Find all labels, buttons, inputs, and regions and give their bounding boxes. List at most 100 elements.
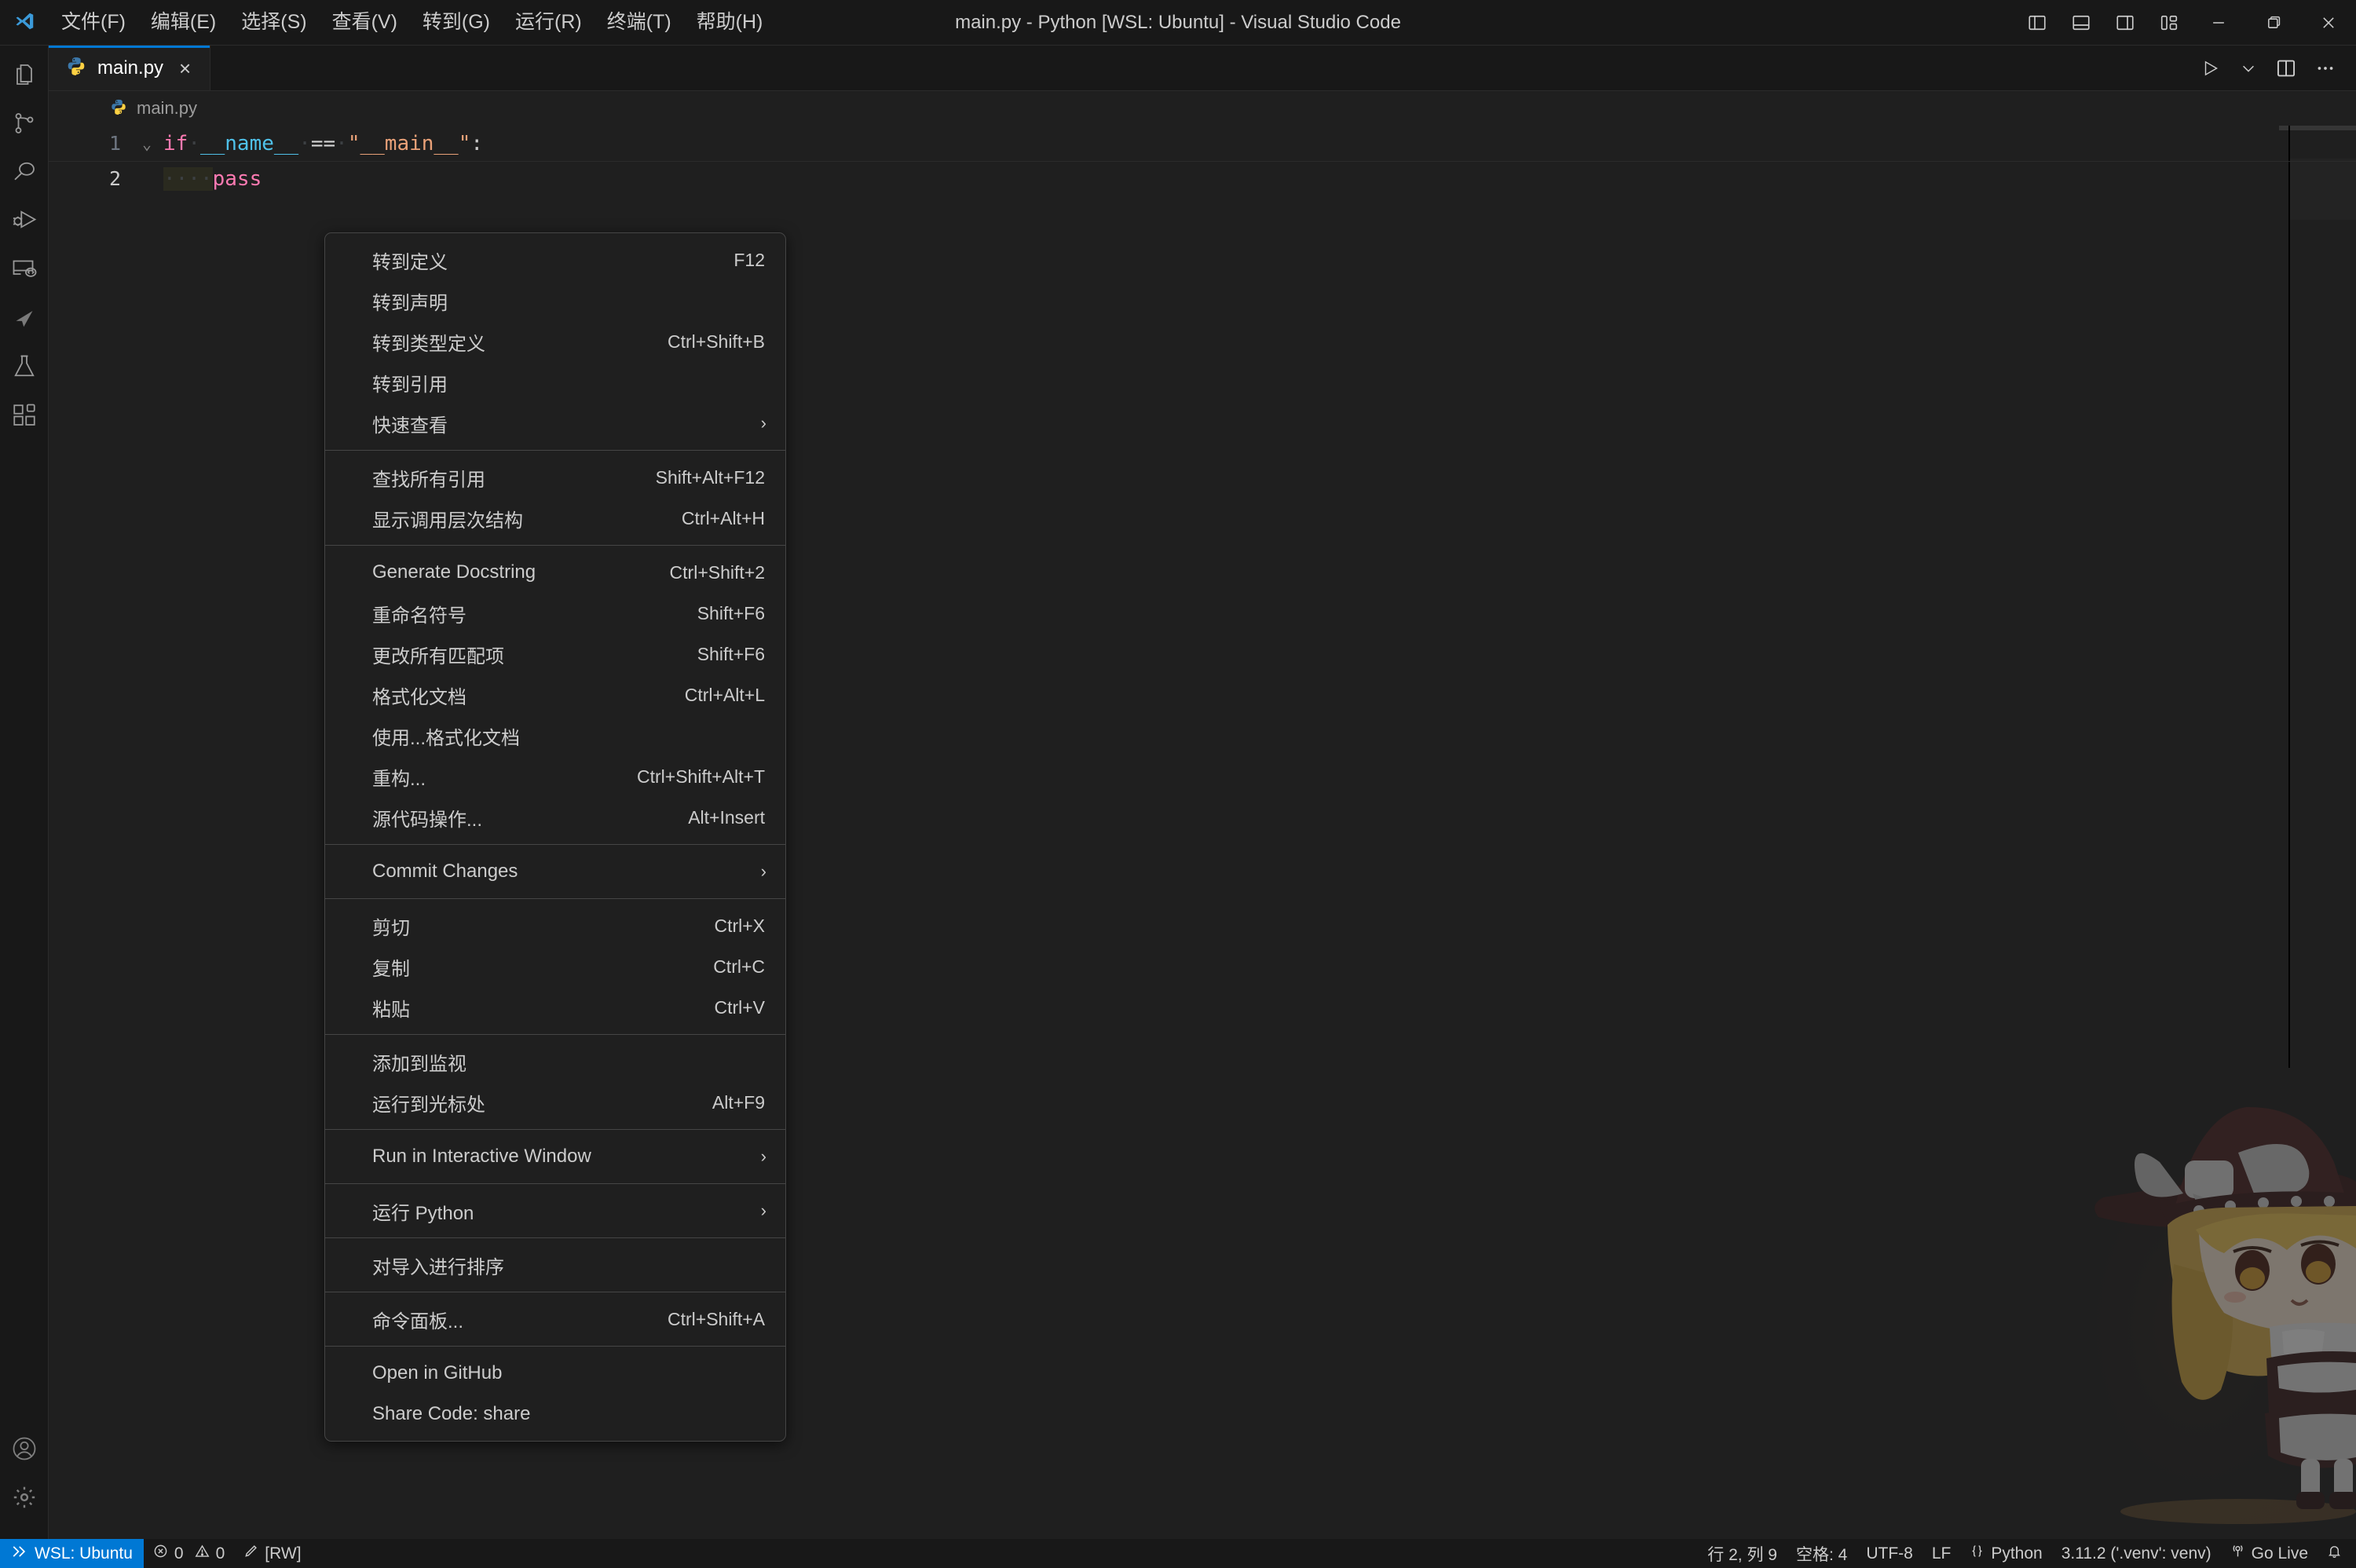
status-bar: WSL: Ubuntu 0 0 [RW] 行 2, 列 9 空格: 4 UTF-… bbox=[0, 1539, 2356, 1568]
ctx-go-to-definition[interactable]: 转到定义 F12 bbox=[325, 239, 785, 280]
breadcrumb[interactable]: main.py bbox=[49, 91, 2356, 126]
token-whitespace: · bbox=[188, 131, 200, 155]
menubar-item-file[interactable]: 文件(F) bbox=[49, 5, 138, 39]
ctx-format-document[interactable]: 格式化文档 Ctrl+Alt+L bbox=[325, 674, 785, 715]
code-line[interactable]: 1 ⌄ if·__name__·==·"__main__": bbox=[49, 126, 2356, 161]
ctx-item-shortcut: Alt+F9 bbox=[712, 1091, 765, 1113]
ctx-run-python[interactable]: 运行 Python › bbox=[325, 1190, 785, 1231]
ctx-run-to-cursor[interactable]: 运行到光标处 Alt+F9 bbox=[325, 1082, 785, 1123]
menubar-item-help[interactable]: 帮助(H) bbox=[684, 5, 776, 39]
activity-extensions[interactable] bbox=[0, 391, 49, 440]
ctx-item-label: 添加到监视 bbox=[372, 1053, 466, 1075]
activity-bar bbox=[0, 46, 49, 1539]
braces-icon bbox=[1970, 1544, 1985, 1563]
activity-remote-explorer[interactable] bbox=[0, 245, 49, 294]
ctx-item-shortcut: Ctrl+Shift+B bbox=[668, 331, 765, 352]
ctx-go-to-declaration[interactable]: 转到声明 bbox=[325, 280, 785, 321]
ctx-rename-symbol[interactable]: 重命名符号 Shift+F6 bbox=[325, 593, 785, 634]
status-cursor-position[interactable]: 行 2, 列 9 bbox=[1698, 1539, 1787, 1568]
menubar-item-run[interactable]: 运行(R) bbox=[503, 5, 594, 39]
status-go-live[interactable]: Go Live bbox=[2221, 1539, 2318, 1568]
chevron-right-icon: › bbox=[760, 1146, 766, 1166]
maximize-button[interactable] bbox=[2246, 0, 2301, 45]
split-editor-button[interactable] bbox=[2268, 52, 2304, 85]
ctx-commit-changes[interactable]: Commit Changes › bbox=[325, 851, 785, 892]
status-indentation[interactable]: 空格: 4 bbox=[1787, 1539, 1857, 1568]
ctx-item-label: 剪切 bbox=[372, 917, 410, 939]
python-file-icon bbox=[110, 98, 127, 119]
menu-separator bbox=[325, 844, 785, 845]
token-whitespace: · bbox=[298, 131, 311, 155]
ctx-refactor[interactable]: 重构... Ctrl+Shift+Alt+T bbox=[325, 756, 785, 797]
status-readonly[interactable]: [RW] bbox=[234, 1539, 310, 1568]
ctx-item-shortcut: Ctrl+Alt+H bbox=[681, 507, 765, 528]
code-line[interactable]: 2 ····pass bbox=[49, 161, 2356, 196]
title-bar-controls bbox=[2015, 0, 2356, 45]
ctx-peek[interactable]: 快速查看 › bbox=[325, 403, 785, 444]
ctx-share-code[interactable]: Share Code: share bbox=[325, 1394, 785, 1435]
ctx-command-palette[interactable]: 命令面板... Ctrl+Shift+A bbox=[325, 1299, 785, 1340]
status-error-count: 0 bbox=[174, 1544, 184, 1563]
ctx-paste[interactable]: 粘贴 Ctrl+V bbox=[325, 987, 785, 1028]
activity-source-control[interactable] bbox=[0, 99, 49, 148]
tab-main-py[interactable]: main.py × bbox=[49, 46, 211, 90]
editor-context-menu[interactable]: 转到定义 F12 转到声明 转到类型定义 Ctrl+Shift+B 转到引用 快… bbox=[324, 232, 786, 1442]
ctx-generate-docstring[interactable]: Generate Docstring Ctrl+Shift+2 bbox=[325, 552, 785, 593]
menubar-item-view[interactable]: 查看(V) bbox=[320, 5, 410, 39]
chevron-down-icon[interactable] bbox=[2232, 53, 2265, 83]
menubar-item-terminal[interactable]: 终端(T) bbox=[594, 5, 684, 39]
ctx-go-to-type-definition[interactable]: 转到类型定义 Ctrl+Shift+B bbox=[325, 321, 785, 362]
chevron-right-icon: › bbox=[760, 861, 766, 881]
toggle-secondary-sidebar-button[interactable] bbox=[2103, 0, 2147, 45]
menubar-item-edit[interactable]: 编辑(E) bbox=[138, 5, 229, 39]
ctx-sort-imports[interactable]: 对导入进行排序 bbox=[325, 1245, 785, 1285]
ctx-item-label: 对导入进行排序 bbox=[372, 1256, 504, 1278]
close-icon[interactable]: × bbox=[174, 57, 196, 80]
ctx-add-to-watch[interactable]: 添加到监视 bbox=[325, 1041, 785, 1082]
status-notifications[interactable] bbox=[2318, 1539, 2351, 1568]
error-circle-icon bbox=[153, 1544, 168, 1563]
warning-triangle-icon bbox=[195, 1544, 210, 1563]
close-window-button[interactable] bbox=[2301, 0, 2356, 45]
customize-layout-button[interactable] bbox=[2147, 0, 2191, 45]
ctx-change-all-occurrences[interactable]: 更改所有匹配项 Shift+F6 bbox=[325, 634, 785, 674]
toggle-primary-sidebar-button[interactable] bbox=[2015, 0, 2059, 45]
activity-accounts[interactable] bbox=[0, 1424, 49, 1473]
toggle-panel-button[interactable] bbox=[2059, 0, 2103, 45]
more-actions-button[interactable] bbox=[2307, 52, 2343, 85]
pencil-icon bbox=[243, 1544, 258, 1563]
activity-settings[interactable] bbox=[0, 1473, 49, 1522]
remote-indicator-icon bbox=[11, 1544, 27, 1564]
status-eol[interactable]: LF bbox=[1922, 1539, 1961, 1568]
run-python-file-button[interactable] bbox=[2193, 52, 2229, 85]
activity-run-debug[interactable] bbox=[0, 196, 49, 245]
menubar: 文件(F) 编辑(E) 选择(S) 查看(V) 转到(G) 运行(R) 终端(T… bbox=[49, 5, 775, 39]
ctx-find-all-references[interactable]: 查找所有引用 Shift+Alt+F12 bbox=[325, 457, 785, 498]
activity-send[interactable] bbox=[0, 294, 49, 342]
status-language-mode[interactable]: Python bbox=[1960, 1539, 2051, 1568]
menubar-item-go[interactable]: 转到(G) bbox=[410, 5, 503, 39]
code-text: if·__name__·==·"__main__": bbox=[160, 132, 483, 155]
ctx-cut[interactable]: 剪切 Ctrl+X bbox=[325, 905, 785, 946]
ctx-go-to-references[interactable]: 转到引用 bbox=[325, 362, 785, 403]
ctx-open-in-github[interactable]: Open in GitHub bbox=[325, 1353, 785, 1394]
status-problems[interactable]: 0 0 bbox=[144, 1539, 234, 1568]
ctx-show-call-hierarchy[interactable]: 显示调用层次结构 Ctrl+Alt+H bbox=[325, 498, 785, 539]
minimize-button[interactable] bbox=[2191, 0, 2246, 45]
ctx-copy[interactable]: 复制 Ctrl+C bbox=[325, 946, 785, 987]
ctx-source-action[interactable]: 源代码操作... Alt+Insert bbox=[325, 797, 785, 838]
status-encoding[interactable]: UTF-8 bbox=[1857, 1539, 1922, 1568]
ctx-format-document-with[interactable]: 使用...格式化文档 bbox=[325, 715, 785, 756]
ctx-run-in-interactive-window[interactable]: Run in Interactive Window › bbox=[325, 1136, 785, 1177]
menu-separator bbox=[325, 1183, 785, 1184]
token-string: "__main__" bbox=[347, 131, 471, 155]
minimap[interactable] bbox=[2279, 126, 2356, 1539]
status-remote-label: WSL: Ubuntu bbox=[35, 1544, 133, 1563]
status-remote-indicator[interactable]: WSL: Ubuntu bbox=[0, 1539, 144, 1568]
status-python-interpreter[interactable]: 3.11.2 ('.venv': venv) bbox=[2052, 1539, 2221, 1568]
activity-testing[interactable] bbox=[0, 342, 49, 391]
menubar-item-selection[interactable]: 选择(S) bbox=[229, 5, 319, 39]
fold-chevron-icon[interactable]: ⌄ bbox=[134, 134, 160, 153]
activity-search[interactable] bbox=[0, 148, 49, 196]
activity-explorer[interactable] bbox=[0, 50, 49, 99]
